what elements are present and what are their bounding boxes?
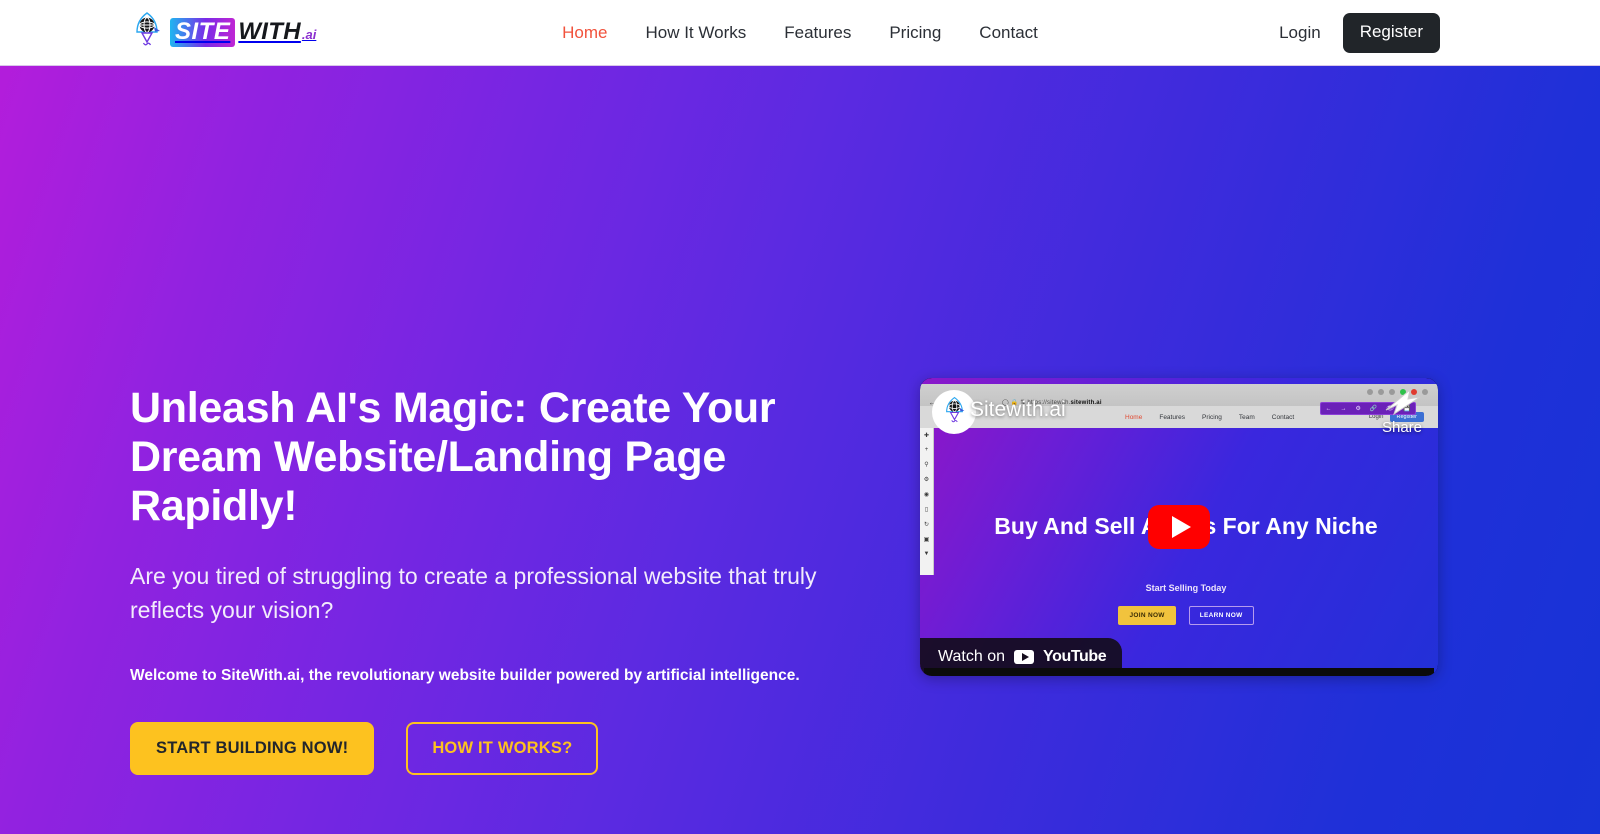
register-button[interactable]: Register xyxy=(1342,12,1440,53)
nav-item-how-it-works[interactable]: How It Works xyxy=(645,23,746,43)
login-link[interactable]: Login xyxy=(1279,23,1321,43)
star-icon xyxy=(1367,389,1373,395)
nav-item-pricing[interactable]: Pricing xyxy=(889,23,941,43)
toolbar-link-icon: 🔗 xyxy=(1369,406,1378,412)
hero-copy: Unleash AI's Magic: Create Your Dream We… xyxy=(130,384,900,776)
play-button-icon[interactable] xyxy=(1148,505,1210,549)
save-icon: ▣ xyxy=(923,537,930,543)
thumbnail-editor-sidebar: ✚ + ⚲ ⚙ ◉ ▯ ↻ ▣ ▼ xyxy=(920,428,934,575)
thumb-nav-pricing: Pricing xyxy=(1202,413,1222,421)
refresh-icon: ↻ xyxy=(923,522,930,528)
brand-site-text: SITE xyxy=(170,18,236,47)
search-icon: ⚲ xyxy=(924,462,929,468)
rocket-globe-avatar-icon xyxy=(945,396,964,422)
hero-buttons: START BUILDING NOW! HOW IT WORKS? xyxy=(130,722,900,776)
mobile-icon: ▯ xyxy=(924,507,929,513)
thumbnail-cta-row: JOIN NOW LEARN NOW xyxy=(934,606,1438,625)
thumb-nav-contact: Contact xyxy=(1271,413,1295,421)
thumbnail-learn-now-button: LEARN NOW xyxy=(1188,606,1254,625)
thumbnail-tagline: Start Selling Today xyxy=(1145,583,1227,593)
thumb-nav-team: Team xyxy=(1238,413,1255,421)
nav-item-contact[interactable]: Contact xyxy=(979,23,1038,43)
how-it-works-button[interactable]: HOW IT WORKS? xyxy=(406,722,599,776)
toolbar-gear-icon: ⚙ xyxy=(1355,406,1361,412)
share-label: Share xyxy=(1381,419,1423,436)
hero-title: Unleash AI's Magic: Create Your Dream We… xyxy=(130,384,776,531)
plus-icon: + xyxy=(924,447,929,453)
move-icon: ✚ xyxy=(923,433,930,439)
header-actions: Login Register xyxy=(1279,12,1440,53)
brand-ai-text: .ai xyxy=(301,27,317,43)
start-building-now-button[interactable]: START BUILDING NOW! xyxy=(130,722,375,776)
hero-video-embed[interactable]: ← ◯ 🔒 ⇅ https://sitewith.sitewith.ai Hom… xyxy=(920,378,1438,676)
brand-logo[interactable]: SITE WITH .ai xyxy=(130,11,317,54)
hero-section: Unleash AI's Magic: Create Your Dream We… xyxy=(0,66,1600,834)
gear-icon: ⚙ xyxy=(923,477,930,483)
brand-with-text: WITH xyxy=(238,18,301,46)
eye-icon: ◉ xyxy=(923,492,930,498)
watch-on-label: Watch on xyxy=(938,648,1005,665)
youtube-brand-label: YouTube xyxy=(1043,648,1107,665)
hero-welcome-text: Welcome to SiteWith.ai, the revolutionar… xyxy=(130,667,800,685)
thumbnail-url-domain: sitewith.ai xyxy=(1070,399,1102,406)
share-arrow-cursor-icon xyxy=(1385,388,1421,416)
download-icon: ▼ xyxy=(923,551,930,557)
share-control[interactable]: Share xyxy=(1380,386,1424,436)
toolbar-forward-icon: → xyxy=(1340,405,1347,412)
nav-item-home[interactable]: Home xyxy=(562,23,607,43)
rocket-globe-logo-icon xyxy=(130,11,164,54)
youtube-logo-icon xyxy=(1014,650,1034,664)
video-frame: ← ◯ 🔒 ⇅ https://sitewith.sitewith.ai Hom… xyxy=(920,378,1438,676)
thumb-nav-home: Home xyxy=(1125,413,1143,421)
nav-item-features[interactable]: Features xyxy=(784,23,851,43)
thumb-nav-features: Features xyxy=(1159,413,1185,421)
main-navigation: Home How It Works Features Pricing Conta… xyxy=(562,23,1038,43)
toolbar-back-icon: ← xyxy=(1325,405,1332,412)
hero-subtitle: Are you tired of struggling to create a … xyxy=(130,563,817,624)
video-channel-title: Sitewith.ai xyxy=(970,398,1066,421)
thumbnail-join-now-button: JOIN NOW xyxy=(1118,606,1176,625)
video-bottom-strip xyxy=(924,668,1434,676)
site-header: SITE WITH .ai Home How It Works Features… xyxy=(0,0,1600,66)
